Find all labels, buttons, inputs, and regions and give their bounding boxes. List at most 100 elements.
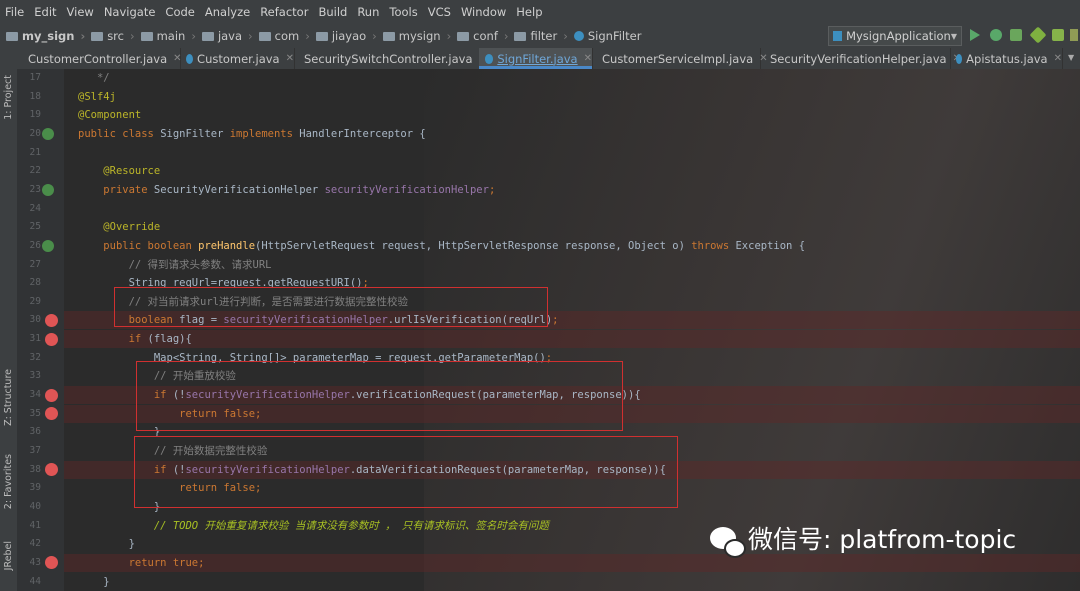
code-token: private xyxy=(103,183,154,196)
breakpoint-icon[interactable] xyxy=(45,556,58,570)
breakpoint-icon[interactable] xyxy=(45,407,58,421)
breadcrumb-item[interactable]: main › xyxy=(140,29,196,43)
code-line[interactable]: public boolean preHandle(HttpServletRequ… xyxy=(78,237,805,255)
code-line[interactable]: @Override xyxy=(78,218,160,236)
breadcrumb-label: mysign xyxy=(398,29,441,43)
chevron-right-icon: › xyxy=(446,29,452,43)
code-token: return true; xyxy=(128,556,205,569)
run-icon[interactable] xyxy=(970,29,980,41)
breakpoint-icon[interactable] xyxy=(45,463,58,477)
editor-tab[interactable]: SecurityVerificationHelper.java✕ xyxy=(760,48,961,69)
line-number: 29 xyxy=(29,295,41,307)
breadcrumb-item[interactable]: jiayao › xyxy=(315,29,377,43)
folder-icon xyxy=(201,31,214,41)
menu-item[interactable]: Tools xyxy=(384,5,422,19)
breadcrumb-item[interactable]: filter › xyxy=(514,29,568,43)
editor-tabs: CustomerController.java ✕ Customer.java ✕ Se… xyxy=(0,48,1080,70)
tab-list-icon[interactable]: ▼ xyxy=(1068,53,1074,62)
menu-item[interactable]: Help xyxy=(511,5,547,19)
coverage-icon[interactable] xyxy=(1010,29,1022,41)
menu-item[interactable]: Navigate xyxy=(99,5,161,19)
breadcrumb-item[interactable]: src › xyxy=(91,29,135,43)
breadcrumb-item[interactable]: mysign › xyxy=(382,29,452,43)
menu-item[interactable]: Window xyxy=(456,5,511,19)
profile-icon[interactable] xyxy=(1070,29,1078,41)
jrebel-run-icon[interactable] xyxy=(1029,26,1047,44)
breadcrumb-item[interactable]: my_sign › xyxy=(6,29,85,43)
code-token: ; xyxy=(552,314,559,327)
editor-tab[interactable]: CustomerServiceImpl.java ✕ xyxy=(592,48,768,69)
code-line[interactable]: if (flag){ xyxy=(78,330,192,348)
breadcrumb-item[interactable]: java › xyxy=(201,29,253,43)
code-line[interactable]: */ xyxy=(78,69,110,87)
breakpoint-icon[interactable] xyxy=(45,388,58,402)
debug-icon[interactable] xyxy=(990,29,1002,41)
folder-icon xyxy=(514,31,527,41)
editor-gutter[interactable]: 17 18 19 20 21 22 23 24 25 26 27 28 29 30 31 32 33 34 35 36… xyxy=(17,69,64,591)
code-editor[interactable]: */ @Slf4j @Component public class SignFilte… xyxy=(64,69,1080,591)
close-icon[interactable]: ✕ xyxy=(584,53,592,64)
breadcrumb-label: SignFilter xyxy=(587,29,642,43)
watermark-text: 微信号: platfrom-topic xyxy=(748,525,1017,554)
run-configuration-select[interactable]: MysignApplication ▼ xyxy=(828,26,962,46)
editor-tab[interactable]: Customer.java ✕ xyxy=(180,48,295,69)
menu-item[interactable]: Build xyxy=(313,5,352,19)
menu-bar: File Edit View Navigate Code Analyze Refactor B… xyxy=(0,0,1080,25)
code-token: implements xyxy=(229,127,300,140)
code-line[interactable]: @Component xyxy=(78,106,141,124)
menu-item[interactable]: Refactor xyxy=(255,5,313,19)
tab-label: SignFilter.java xyxy=(497,51,578,66)
editor-tab[interactable]: Apistatus.java ✕ xyxy=(950,48,1063,69)
code-token: (flag){ xyxy=(147,333,192,346)
code-token: Exception { xyxy=(735,239,806,252)
code-line[interactable]: public class SignFilter implements Handl… xyxy=(78,125,426,143)
override-icon[interactable] xyxy=(42,239,54,252)
line-number: 23 xyxy=(29,183,41,195)
code-line[interactable]: // 得到请求头参数、请求URL xyxy=(78,256,272,274)
breakpoint-icon[interactable] xyxy=(45,313,58,327)
line-number: 39 xyxy=(29,482,41,494)
java-class-icon xyxy=(956,53,963,64)
chevron-right-icon: › xyxy=(563,29,568,43)
jrebel-debug-icon[interactable] xyxy=(1052,29,1064,41)
menu-item[interactable]: Run xyxy=(352,5,384,19)
close-icon[interactable]: ✕ xyxy=(1054,53,1062,64)
spring-icon xyxy=(833,31,843,41)
tool-window-structure[interactable]: Z: Structure xyxy=(3,369,14,426)
tool-window-favorites[interactable]: 2: Favorites xyxy=(3,454,14,509)
menu-item[interactable]: Edit xyxy=(29,5,61,19)
spring-bean-icon[interactable] xyxy=(42,127,54,140)
line-number: 31 xyxy=(29,333,41,345)
breadcrumb-item[interactable]: com › xyxy=(258,29,310,43)
breadcrumb-item[interactable]: SignFilter xyxy=(573,29,642,43)
breadcrumb: my_sign › src › main › java › com › jiayao › mysign ›… xyxy=(0,29,641,43)
code-line[interactable]: // TODO 开始重复请求校验 当请求没有参数时 ， 只有请求标识、签名时会有… xyxy=(78,517,549,535)
menu-item[interactable]: Analyze xyxy=(200,5,255,19)
breadcrumb-item[interactable]: conf › xyxy=(457,29,508,43)
code-line[interactable]: } xyxy=(78,573,109,591)
autowired-icon[interactable] xyxy=(42,183,54,196)
editor-tab[interactable]: SignFilter.java ✕ xyxy=(479,48,593,69)
code-line[interactable]: @Resource xyxy=(78,162,160,180)
tab-label: SecurityVerificationHelper.java xyxy=(770,51,947,66)
tool-window-jrebel[interactable]: JRebel xyxy=(3,541,14,570)
tab-label: CustomerController.java xyxy=(28,51,168,66)
line-number: 37 xyxy=(29,445,41,456)
menu-item[interactable]: File xyxy=(0,5,29,19)
code-line[interactable]: @Slf4j xyxy=(78,88,116,106)
code-line[interactable]: return true; xyxy=(78,554,205,572)
menu-item[interactable]: VCS xyxy=(423,5,456,19)
code-token: // TODO 开始重复请求校验 当请求没有参数时 ， 只有请求标识、签名时会有… xyxy=(153,519,549,532)
code-line[interactable]: } xyxy=(78,535,135,553)
code-line[interactable]: private SecurityVerificationHelper secur… xyxy=(78,181,495,199)
menu-item[interactable]: View xyxy=(62,5,99,19)
breakpoint-icon[interactable] xyxy=(45,332,58,346)
menu-item[interactable]: Code xyxy=(160,5,199,19)
tool-window-project[interactable]: 1: Project xyxy=(3,75,14,120)
editor-tab[interactable]: CustomerController.java ✕ xyxy=(18,48,182,69)
editor-tab[interactable]: SecuritySwitchController.java✕ xyxy=(294,48,487,69)
close-icon[interactable]: ✕ xyxy=(286,53,294,64)
